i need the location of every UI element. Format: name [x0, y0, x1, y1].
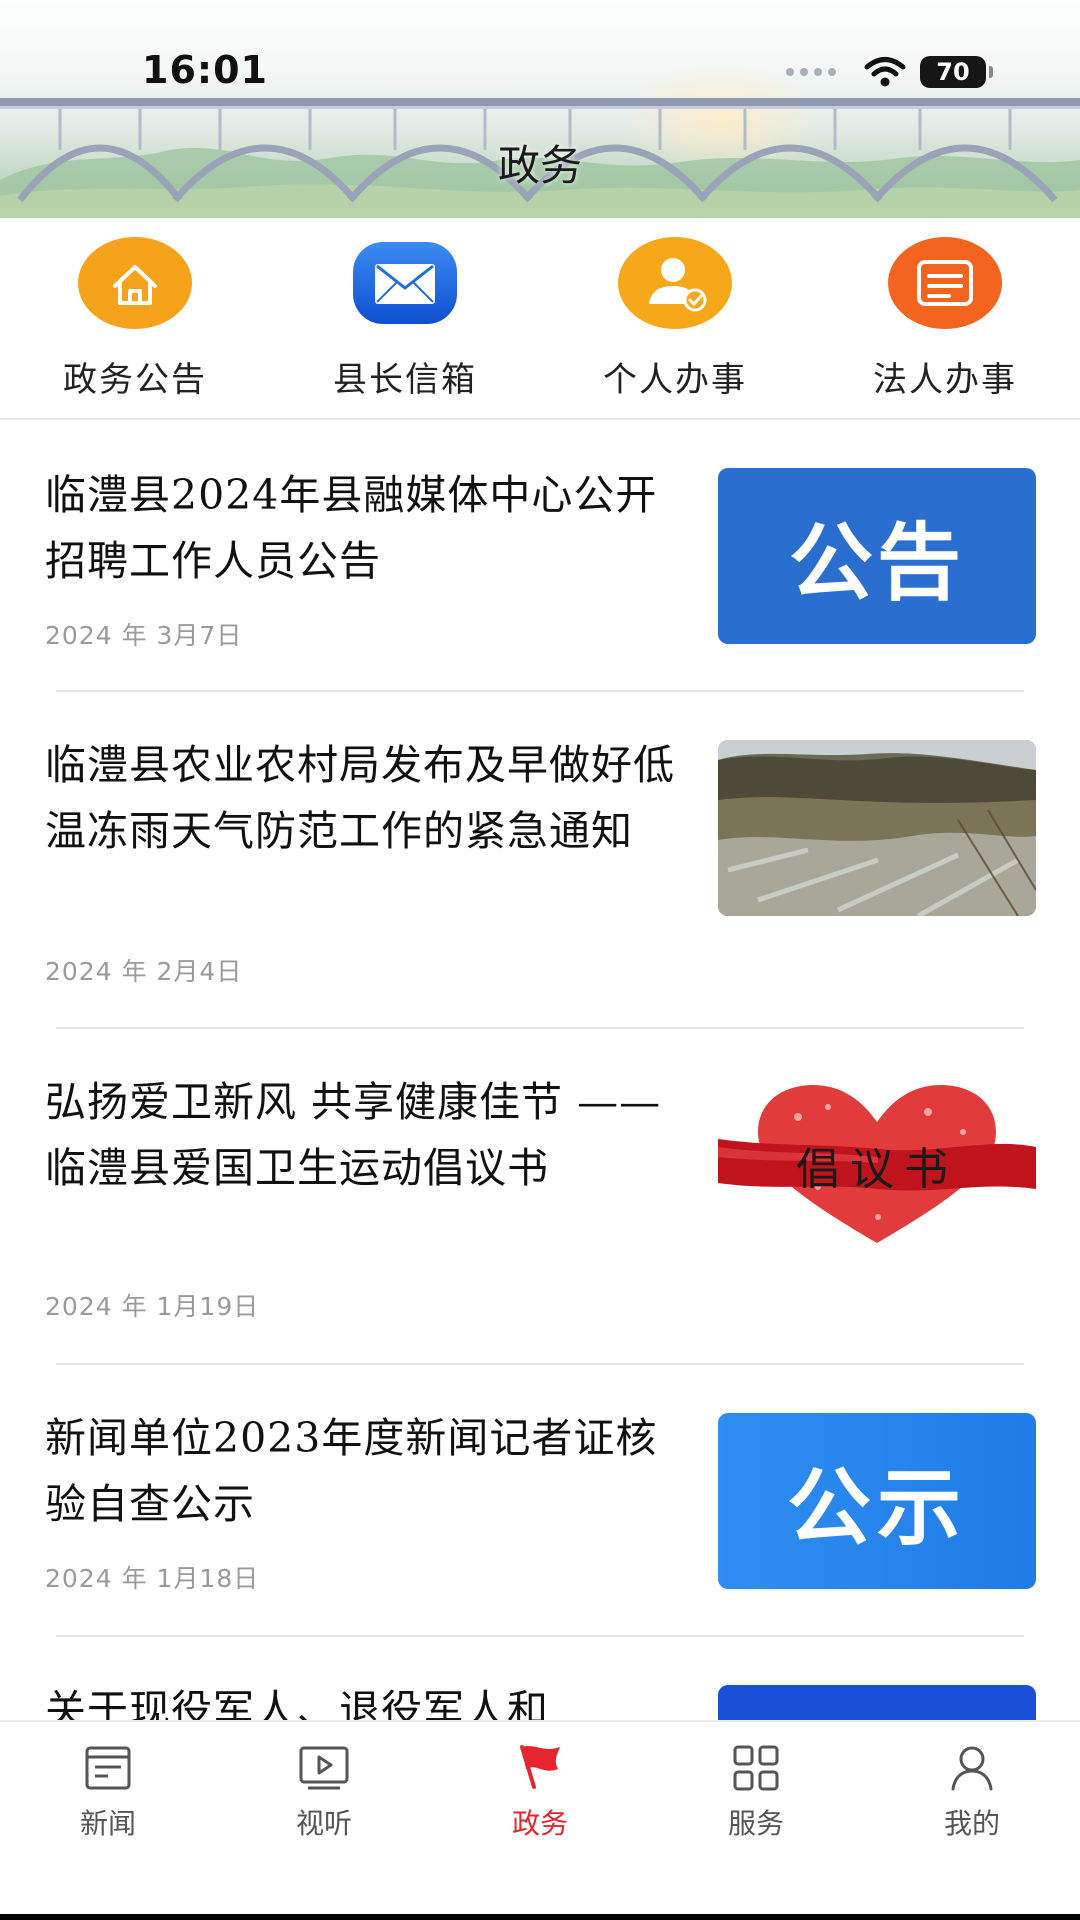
thumbnail-text: 公示	[786, 1458, 967, 1557]
status-time: 16:01	[142, 48, 268, 92]
tab-label: 我的	[943, 1807, 1000, 1840]
quick-entries: 政务公告 县长信箱 个人办事 法人办事	[0, 218, 1080, 420]
video-icon	[296, 1740, 352, 1796]
tab-mine[interactable]: 我的	[864, 1722, 1080, 1920]
news-thumbnail-photo	[718, 740, 1036, 916]
tab-news[interactable]: 新闻	[0, 1722, 216, 1920]
news-title: 临澧县2024年县融媒体中心公开招聘工作人员公告	[45, 471, 658, 585]
mail-icon	[347, 236, 463, 330]
quick-entry-label: 法人办事	[873, 360, 1017, 400]
quick-entry-legal-person-affairs[interactable]: 法人办事	[810, 218, 1080, 420]
bottom-tab-bar: 新闻 视听 政务 服务 我的	[0, 1720, 1080, 1920]
quick-entry-mayor-mailbox[interactable]: 县长信箱	[270, 218, 540, 420]
home-icon	[77, 236, 193, 330]
wifi-icon	[864, 57, 906, 87]
quick-entry-label: 县长信箱	[333, 360, 477, 400]
signal-icon	[786, 68, 836, 76]
thumbnail-text: 公告	[788, 513, 965, 612]
battery-indicator: 70	[920, 56, 993, 88]
home-indicator-strip	[0, 1914, 1080, 1920]
news-icon	[80, 1740, 136, 1796]
news-title: 弘扬爱卫新风 共享健康佳节 ——临澧县爱国卫生运动倡议书	[45, 1078, 662, 1192]
news-title: 新闻单位2023年度新闻记者证核验自查公示	[45, 1414, 658, 1528]
news-date: 2024 年 1月18日	[45, 1564, 260, 1593]
news-item[interactable]: 新闻单位2023年度新闻记者证核验自查公示 2024 年 1月18日 公示	[0, 1365, 1080, 1637]
quick-entry-label: 政务公告	[63, 360, 207, 400]
news-date: 2024 年 3月7日	[45, 621, 243, 650]
quick-entry-personal-affairs[interactable]: 个人办事	[540, 218, 810, 420]
news-item[interactable]: 弘扬爱卫新风 共享健康佳节 ——临澧县爱国卫生运动倡议书 2024 年 1月19…	[0, 1029, 1080, 1365]
status-icons: 70	[786, 52, 993, 92]
header-banner: 16:01 70 政务	[0, 0, 1080, 218]
grid-icon	[728, 1740, 784, 1796]
tab-label: 视听	[295, 1807, 352, 1840]
news-title: 关于现役军人、退役军人和	[45, 1686, 549, 1720]
news-date: 2024 年 2月4日	[45, 957, 243, 986]
news-item[interactable]: 关于现役军人、退役军人和	[0, 1637, 1080, 1720]
thumbnail-text: 倡议书	[796, 1144, 958, 1195]
document-list-icon	[887, 236, 1003, 330]
news-thumbnail-notice: 公告	[718, 468, 1036, 644]
news-date: 2024 年 1月19日	[45, 1292, 260, 1321]
tab-government-affairs[interactable]: 政务	[432, 1722, 648, 1920]
page-title: 政务	[497, 141, 582, 190]
news-title: 临澧县农业农村局发布及早做好低温冻雨天气防范工作的紧急通知	[45, 741, 675, 855]
person-icon	[944, 1740, 1000, 1796]
news-item[interactable]: 临澧县2024年县融媒体中心公开招聘工作人员公告 2024 年 3月7日 公告	[0, 420, 1080, 692]
tab-label: 服务	[727, 1807, 784, 1840]
news-thumbnail-proposal: 倡议书	[718, 1077, 1036, 1253]
news-item[interactable]: 临澧县农业农村局发布及早做好低温冻雨天气防范工作的紧急通知 2024 年 2月4…	[0, 692, 1080, 1029]
news-thumbnail-partial	[718, 1685, 1036, 1720]
news-thumbnail-publicity: 公示	[718, 1413, 1036, 1589]
user-check-icon	[617, 236, 733, 330]
tab-services[interactable]: 服务	[648, 1722, 864, 1920]
quick-entry-label: 个人办事	[603, 360, 747, 400]
tab-label: 政务	[511, 1807, 568, 1840]
tab-audio-video[interactable]: 视听	[216, 1722, 432, 1920]
tab-label: 新闻	[79, 1807, 136, 1840]
quick-entry-government-notice[interactable]: 政务公告	[0, 218, 270, 420]
flag-icon	[512, 1740, 568, 1796]
